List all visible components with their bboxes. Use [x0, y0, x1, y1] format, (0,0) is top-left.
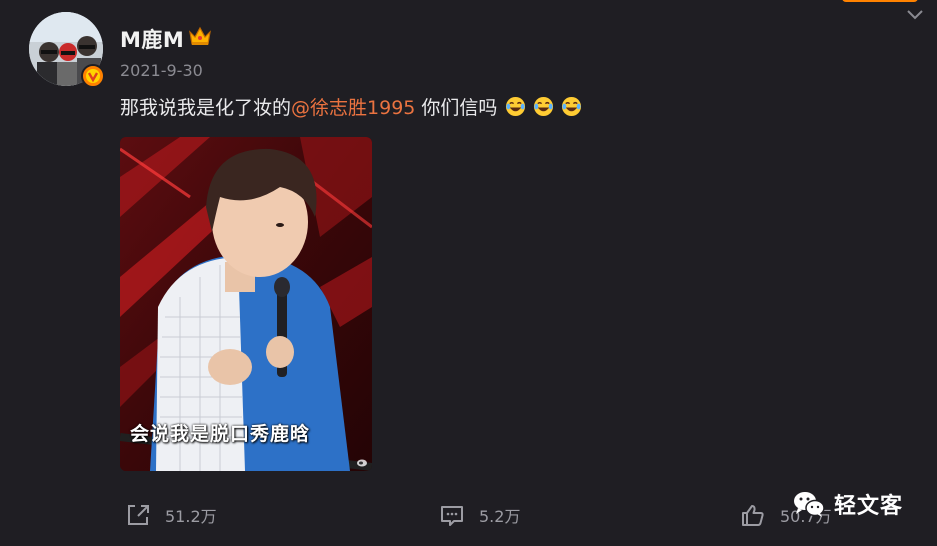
wechat-logo-icon — [794, 492, 825, 517]
post-date[interactable]: 2021-9-30 — [120, 61, 203, 80]
comment-button[interactable]: 5.2万 — [439, 503, 520, 527]
laugh-cry-emoji-icon — [562, 96, 582, 117]
watermark-text: 轻文客 — [834, 494, 904, 519]
chevron-down-icon[interactable] — [905, 7, 925, 23]
top-button-edge — [842, 0, 918, 2]
post-image[interactable]: 会说我是脱口秀鹿晗 — [120, 137, 372, 471]
laugh-cry-emoji-icon — [534, 96, 554, 117]
mention-link[interactable]: @徐志胜1995 — [291, 97, 415, 119]
weibo-logo-icon — [357, 459, 367, 467]
repost-button[interactable]: 51.2万 — [125, 503, 217, 527]
watermark: 轻文客 — [792, 484, 928, 524]
thumbs-up-icon — [742, 505, 764, 526]
post-text: 那我说我是化了妆的@徐志胜1995 你们信吗 — [120, 93, 582, 120]
comment-count: 5.2万 — [479, 507, 521, 526]
post-text-before: 那我说我是化了妆的 — [120, 97, 292, 119]
username[interactable]: M鹿M — [120, 24, 184, 54]
video-subtitle: 会说我是脱口秀鹿晗 — [130, 423, 311, 445]
verified-badge-icon — [81, 64, 105, 88]
crown-icon — [189, 26, 211, 45]
repost-count: 51.2万 — [165, 507, 217, 526]
laugh-cry-emoji-icon — [506, 96, 526, 117]
post-text-after: 你们信吗 — [415, 97, 498, 119]
repost-icon — [128, 505, 149, 525]
comment-icon — [441, 506, 463, 526]
